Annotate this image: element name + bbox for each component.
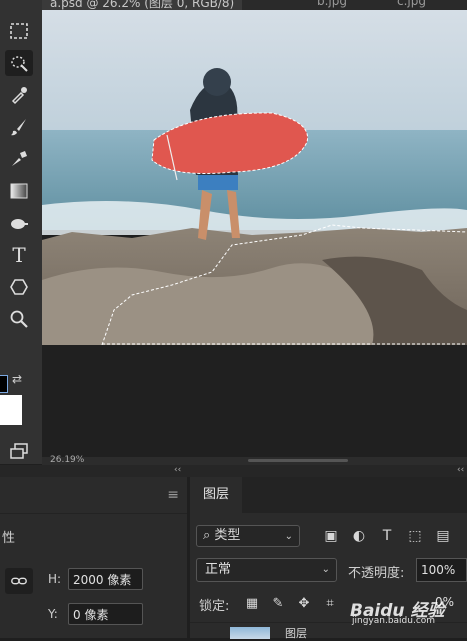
properties-title: 性 [2,531,16,546]
clone-stamp-tool[interactable] [5,146,33,172]
swap-colors-icon[interactable]: ⇄ [12,372,22,386]
pasteboard-area [42,345,467,457]
opacity-field[interactable]: 100% [416,558,467,582]
document-tab-b[interactable]: b.jpg [317,0,347,8]
opacity-label: 不透明度: [348,566,405,581]
blend-mode-value: 正常 [205,562,232,577]
document-canvas[interactable] [42,10,467,345]
layer-filter-select[interactable]: ⌕ 类型 ⌄ [196,525,300,547]
horizontal-scrollbar[interactable] [248,459,348,462]
lock-artboard-icon[interactable]: ⌗ [320,593,340,613]
chevron-down-icon: ⌄ [284,531,293,542]
lock-pixels-icon[interactable]: ✎ [268,593,288,613]
document-tab-bar: a.psd @ 26.2% (图层 0, RGB/8) b.jpg c.jpg [42,0,467,10]
type-filter-icon[interactable]: T [376,526,398,546]
screen-mode-icon [10,443,28,459]
brush-tool[interactable] [5,114,33,140]
type-icon: T [12,243,26,267]
gradient-tool[interactable] [5,178,33,204]
filter-label: 类型 [214,528,241,543]
tools-panel: T ⇄ [0,0,42,464]
lock-transparency-icon[interactable]: ▦ [242,593,262,613]
lock-position-icon[interactable]: ✥ [294,593,314,613]
height-field[interactable]: 2000 像素 [68,568,143,590]
burn-icon [11,219,28,229]
layers-tab-strip: 图层 [190,477,467,513]
tab-layers[interactable]: 图层 [190,477,242,513]
eyedropper-tool[interactable] [5,82,33,108]
eyedropper-icon [11,87,27,105]
document-tab-active[interactable]: a.psd @ 26.2% (图层 0, RGB/8) [42,0,243,10]
burn-tool[interactable] [5,210,33,236]
document-tab-c[interactable]: c.jpg [397,0,426,8]
layer-filter-icons: ▣ ◐ T ⬚ ▤ [320,526,454,546]
y-field[interactable]: 0 像素 [68,603,143,625]
marquee-tool[interactable] [5,18,33,44]
brush-icon [11,119,26,136]
lock-label: 锁定: [199,599,230,614]
shape-tool[interactable] [5,274,33,300]
hexagon-icon [10,279,28,295]
layer-name: 图层 [285,627,307,640]
blend-mode-select[interactable]: 正常 ⌄ [196,558,337,582]
foreground-color-swatch[interactable] [0,375,8,393]
link-dimensions-button[interactable] [5,568,33,594]
link-icon [11,577,27,585]
panel-menu-icon[interactable]: ≡ [167,487,179,503]
height-label: H: [48,572,62,586]
image-filter-icon[interactable]: ▣ [320,526,342,546]
properties-panel: ≡ 性 H: 2000 像素 Y: 0 像素 [0,477,187,638]
baidu-watermark-url: jingyan.baidu.com [352,616,436,626]
properties-panel-header [0,477,187,514]
canvas-photo [42,10,467,345]
type-tool[interactable]: T [5,242,33,268]
search-icon: ⌕ [203,528,211,543]
rect-marquee-icon [10,23,28,39]
zoom-tool[interactable] [5,306,33,332]
lock-icons: ▦ ✎ ✥ ⌗ [242,593,340,613]
smart-object-filter-icon[interactable]: ▤ [432,526,454,546]
background-color-swatch[interactable] [0,395,22,425]
collapse-left-icon[interactable]: ‹‹ [174,465,181,475]
shape-filter-icon[interactable]: ⬚ [404,526,426,546]
gradient-icon [10,183,28,199]
layer-thumbnail [230,627,270,639]
y-label: Y: [48,607,58,621]
panel-divider: ‹‹ ‹‹ [0,465,467,477]
collapse-right-icon[interactable]: ‹‹ [457,465,464,475]
adjustment-filter-icon[interactable]: ◐ [348,526,370,546]
zoom-icon [10,310,28,328]
quick-selection-tool[interactable] [5,50,33,76]
stamp-icon [12,151,27,166]
chevron-down-icon: ⌄ [321,564,330,575]
screen-mode-button[interactable] [5,438,33,464]
quick-selection-icon [11,56,28,72]
zoom-readout[interactable]: 26.19% [50,455,84,465]
